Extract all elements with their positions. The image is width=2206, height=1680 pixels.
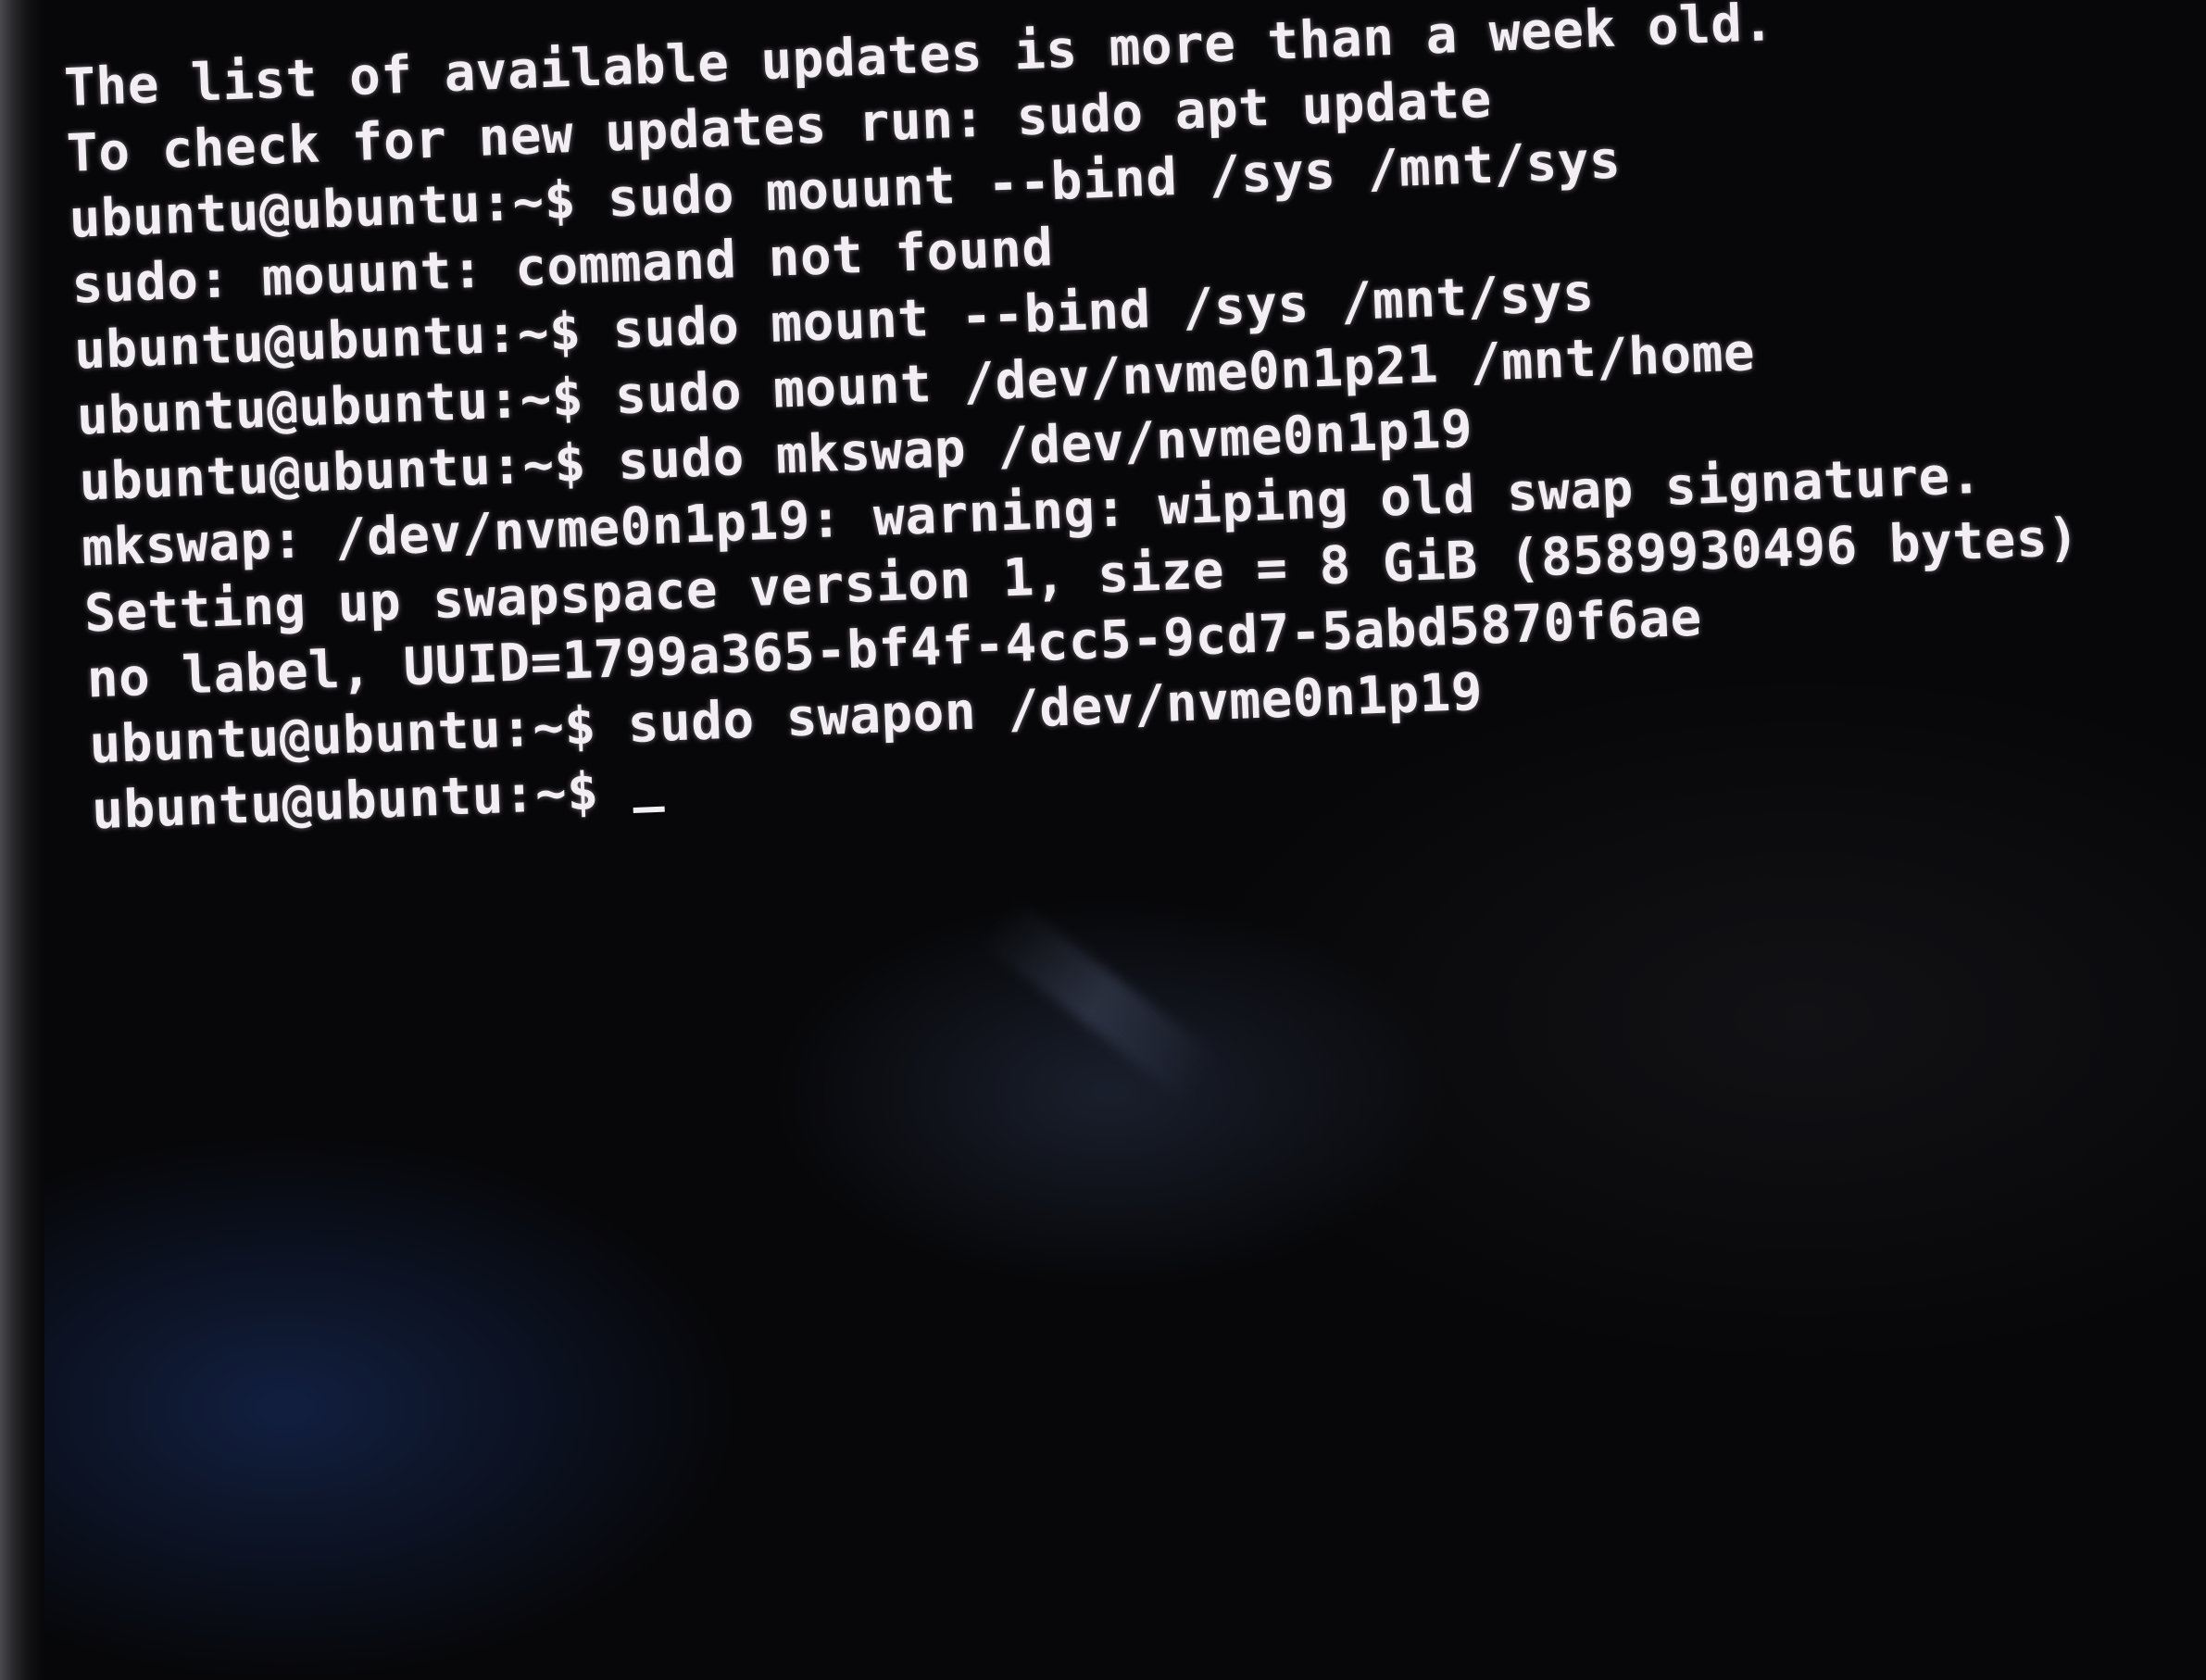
- terminal-output[interactable]: The list of available updates is more th…: [63, 0, 2206, 844]
- screen-glare: [981, 898, 1220, 1102]
- terminal-screen[interactable]: The list of available updates is more th…: [44, 0, 2206, 1680]
- monitor-bezel: [0, 0, 44, 1680]
- text-cursor: [633, 806, 665, 813]
